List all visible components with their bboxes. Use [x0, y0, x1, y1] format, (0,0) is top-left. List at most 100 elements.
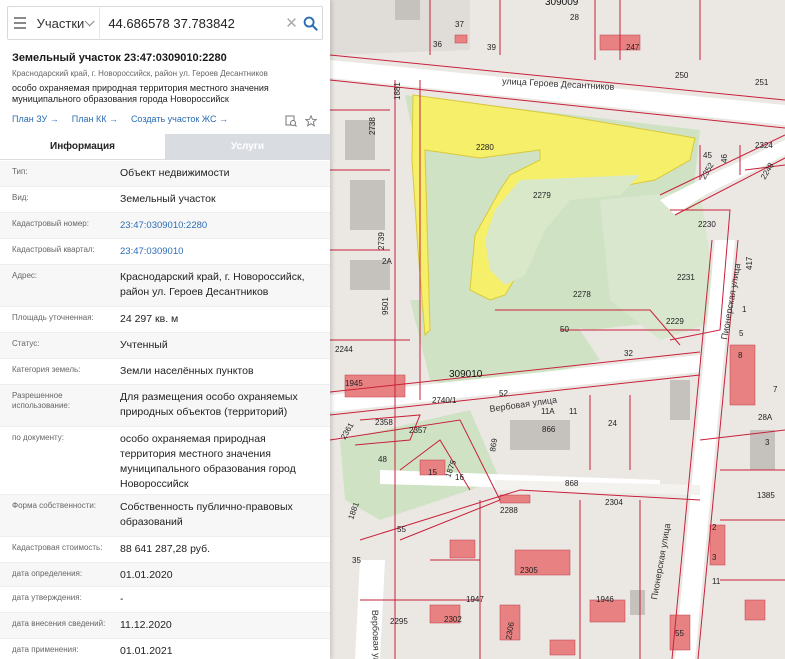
info-row-cadastral-number: Кадастровый номер: 23:47:0309010:2280: [0, 213, 330, 239]
info-row-approval-date: дата утверждения: -: [0, 587, 330, 613]
map-label: 11: [712, 577, 721, 586]
info-row-type: Тип: Объект недвижимости: [0, 161, 330, 187]
zoom-to-parcel-icon[interactable]: [285, 114, 297, 132]
map-label: 868: [565, 479, 579, 488]
plan-kk-link[interactable]: План КК →: [72, 114, 118, 124]
info-row-land-category: Категория земель: Земли населённых пункт…: [0, 359, 330, 385]
search-bar: Участки ✕: [7, 6, 323, 40]
map-label: 2280: [476, 143, 494, 152]
map-label: 309009: [545, 0, 579, 8]
map-label: 48: [378, 455, 387, 464]
info-row-kind: Вид: Земельный участок: [0, 187, 330, 213]
info-value: Собственность публично-правовых образова…: [120, 501, 293, 528]
category-select[interactable]: Участки: [33, 6, 101, 40]
info-key: Статус:: [12, 339, 40, 348]
map-label: 15: [428, 468, 437, 477]
map-label: 2738: [368, 117, 377, 135]
map-label: 2324: [755, 141, 773, 150]
info-key: Разрешенное использование:: [12, 391, 71, 410]
map-label: 5: [739, 329, 744, 338]
map-label: 55: [397, 525, 406, 534]
map-label: 2302: [444, 615, 462, 624]
map-label: 32: [624, 349, 633, 358]
map-label: 50: [560, 325, 569, 334]
search-button[interactable]: [299, 6, 322, 40]
map-label: 45: [703, 151, 712, 160]
map-label: 2: [712, 523, 717, 532]
info-value: Земельный участок: [120, 193, 216, 205]
map-label: 55: [675, 629, 684, 638]
info-key: дата внесения сведений:: [12, 619, 106, 628]
map-label: 1945: [345, 379, 363, 388]
info-table: Тип: Объект недвижимости Вид: Земельный …: [0, 161, 330, 659]
map-label: 1881: [393, 82, 402, 100]
plan-zu-link[interactable]: План ЗУ →: [12, 114, 59, 124]
map-label: 24: [608, 419, 617, 428]
info-row-area: Площадь уточненная: 24 297 кв. м: [0, 307, 330, 333]
search-icon: [303, 16, 318, 31]
info-panel: Участки ✕ Земельный участок 23:47:030901…: [0, 0, 330, 659]
map-label: 11: [569, 407, 578, 416]
info-value: особо охраняемая природная территория ме…: [120, 433, 296, 490]
map-label: 250: [675, 71, 689, 80]
tab-services[interactable]: Услуги: [165, 134, 330, 159]
map-label: 2295: [390, 617, 408, 626]
header-actions: [285, 114, 318, 132]
close-icon[interactable]: ✕: [284, 14, 299, 32]
info-value: Учтенный: [120, 339, 168, 351]
parcel-description: особо охраняемая природная территория ме…: [12, 83, 269, 104]
map-label: 37: [455, 20, 464, 29]
info-row-entry-date: дата внесения сведений: 11.12.2020: [0, 613, 330, 639]
create-parcel-link[interactable]: Создать участок ЖС →: [131, 114, 228, 124]
map-label: 2740/1: [432, 396, 457, 405]
map-label: 7: [773, 385, 778, 394]
map-label: 28: [570, 13, 579, 22]
info-value: Для размещения особо охраняемых природны…: [120, 391, 298, 418]
map-label: 9501: [381, 297, 390, 315]
map-label: 3: [712, 553, 717, 562]
map-label: 2357: [409, 426, 427, 435]
info-key: дата определения:: [12, 569, 83, 578]
info-value: 11.12.2020: [120, 619, 172, 631]
info-key: Адрес:: [12, 271, 38, 280]
map-label: 247: [626, 43, 640, 52]
info-value: Земли населённых пунктов: [120, 365, 254, 377]
info-key: Площадь уточненная:: [12, 313, 94, 322]
map-label: 3: [765, 438, 770, 447]
map-label: 1: [742, 305, 747, 314]
parcel-links: План ЗУ → План КК → Создать участок ЖС →: [12, 114, 322, 124]
chevron-down-icon: [84, 15, 95, 26]
map-label: 2739: [377, 232, 386, 250]
map-label: 35: [352, 556, 361, 565]
search-input[interactable]: [100, 6, 285, 40]
map-label: 1385: [757, 491, 775, 500]
info-key: Кадастровая стоимость:: [12, 543, 103, 552]
map-label: 2A: [382, 257, 392, 266]
map-label: 2231: [677, 273, 695, 282]
info-key: дата применения:: [12, 645, 79, 654]
map-label: 1947: [466, 595, 484, 604]
info-value: 01.01.2020: [120, 569, 173, 581]
street-label: Вербовая ул.: [370, 610, 382, 659]
map-label: 417: [745, 256, 754, 270]
map-label: 2304: [605, 498, 623, 507]
cadastral-number-link[interactable]: 23:47:0309010:2280: [120, 213, 330, 238]
map-label: 2358: [375, 418, 393, 427]
map-label: 46: [720, 154, 729, 163]
tab-info[interactable]: Информация: [0, 134, 165, 159]
info-row-application-date: дата применения: 01.01.2021: [0, 639, 330, 659]
info-row-determination-date: дата определения: 01.01.2020: [0, 563, 330, 587]
info-row-by-document: по документу: особо охраняемая природная…: [0, 427, 330, 495]
map-label: 2244: [335, 345, 353, 354]
map-label: 11A: [541, 407, 555, 416]
star-icon[interactable]: [304, 114, 318, 132]
map-label: 28A: [758, 413, 773, 422]
info-value: 01.01.2021: [120, 645, 173, 657]
cadastral-quarter-link[interactable]: 23:47:0309010: [120, 239, 330, 264]
info-row-address: Адрес: Краснодарский край, г. Новороссий…: [0, 265, 330, 307]
menu-icon[interactable]: [8, 6, 33, 40]
map-label: 2288: [500, 506, 518, 515]
page-title: Земельный участок 23:47:0309010:2280: [12, 52, 227, 64]
map-label: 866: [542, 425, 556, 434]
info-value: Краснодарский край, г. Новороссийск, рай…: [120, 271, 305, 298]
